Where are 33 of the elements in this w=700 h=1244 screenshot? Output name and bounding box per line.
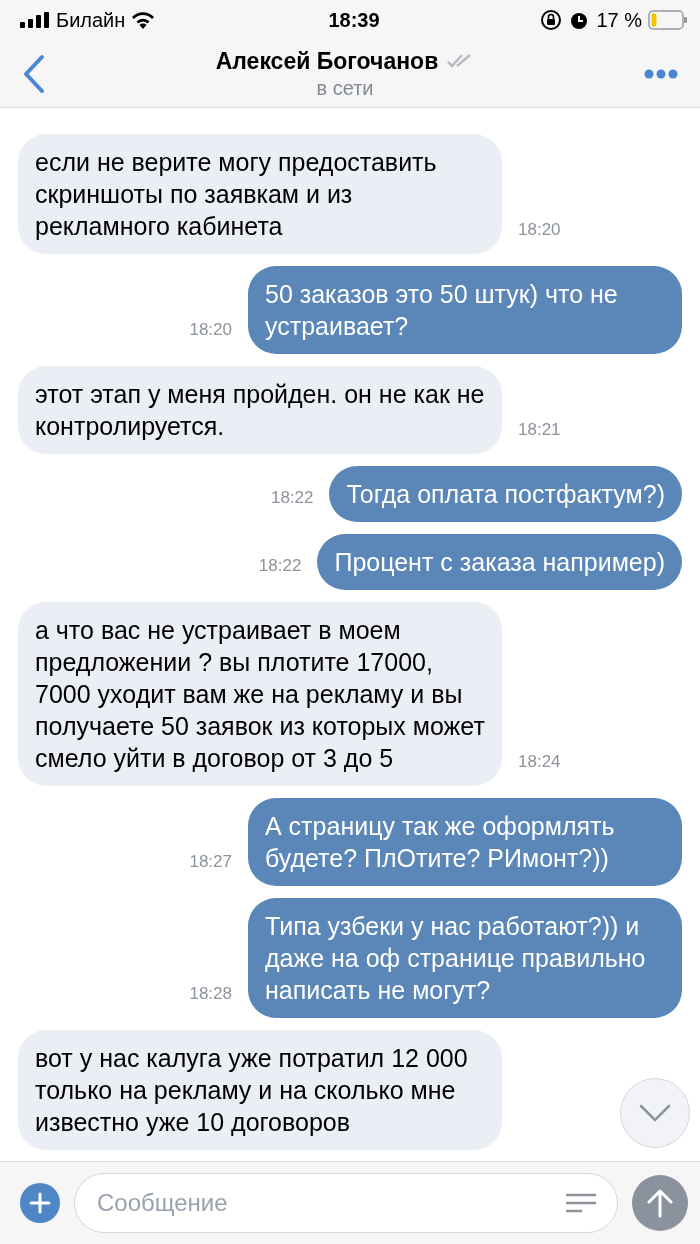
- clock-time: 18:39: [328, 8, 380, 32]
- attach-button[interactable]: [20, 1183, 60, 1223]
- message-time: 18:22: [258, 556, 302, 577]
- carrier-name: Билайн: [56, 8, 126, 32]
- signal-icon: [20, 12, 50, 28]
- contact-name: Алексей Богочанов: [215, 47, 439, 75]
- message-bubble: Тогда оплата постфактум?): [329, 466, 682, 522]
- message-time: 18:24: [518, 752, 561, 773]
- message-bubble: вот у нас калуга уже потратил 12 000 только на рекламу и на сколько мне известно уже 10 договоров: [18, 1030, 502, 1150]
- plus-icon: [29, 1192, 51, 1214]
- message-time: 18:20: [189, 320, 232, 341]
- message-bubble: а что вас не устраивает в моем предложении ? вы плотите 17000, 7000 уходит вам же на рекламу и вы получаете 50 заявок из которых может смело уйти в договор от 3 до 5: [18, 602, 502, 786]
- battery-percent: 17 %: [596, 8, 642, 32]
- arrow-up-icon: [647, 1188, 673, 1218]
- message-time: 18:21: [518, 420, 561, 441]
- message-bubble: 50 заказов это 50 штук) что не устраивает?: [248, 266, 682, 354]
- wifi-icon: [131, 11, 156, 29]
- message-bubble: Типа узбеки у нас работают?)) и даже на оф странице правильно написать не могут?: [248, 898, 682, 1018]
- message-time: 18:28: [189, 984, 232, 1005]
- message-bubble: Процент с заказа например): [317, 534, 682, 590]
- chevron-down-icon: [639, 1104, 671, 1122]
- message-bubble: если не верите могу предоставить скриншоты по заявкам и из рекламного кабинета: [18, 134, 502, 254]
- send-button[interactable]: [632, 1175, 688, 1231]
- online-status: в сети: [316, 76, 374, 100]
- message-bubble: этот этап у меня пройден. он не как не контролируется.: [18, 366, 502, 454]
- rotation-lock-icon: [540, 9, 563, 31]
- message-bubble: А страницу так же оформлять будете? ПлОтите? РИмонт?)): [248, 798, 682, 886]
- message-time: 18:20: [518, 220, 561, 241]
- message-time: 18:27: [189, 852, 232, 873]
- text-lines-icon: [565, 1193, 597, 1213]
- message-time: 18:22: [270, 488, 314, 509]
- message-field[interactable]: Сообщение: [74, 1173, 618, 1233]
- battery-icon: [648, 10, 688, 30]
